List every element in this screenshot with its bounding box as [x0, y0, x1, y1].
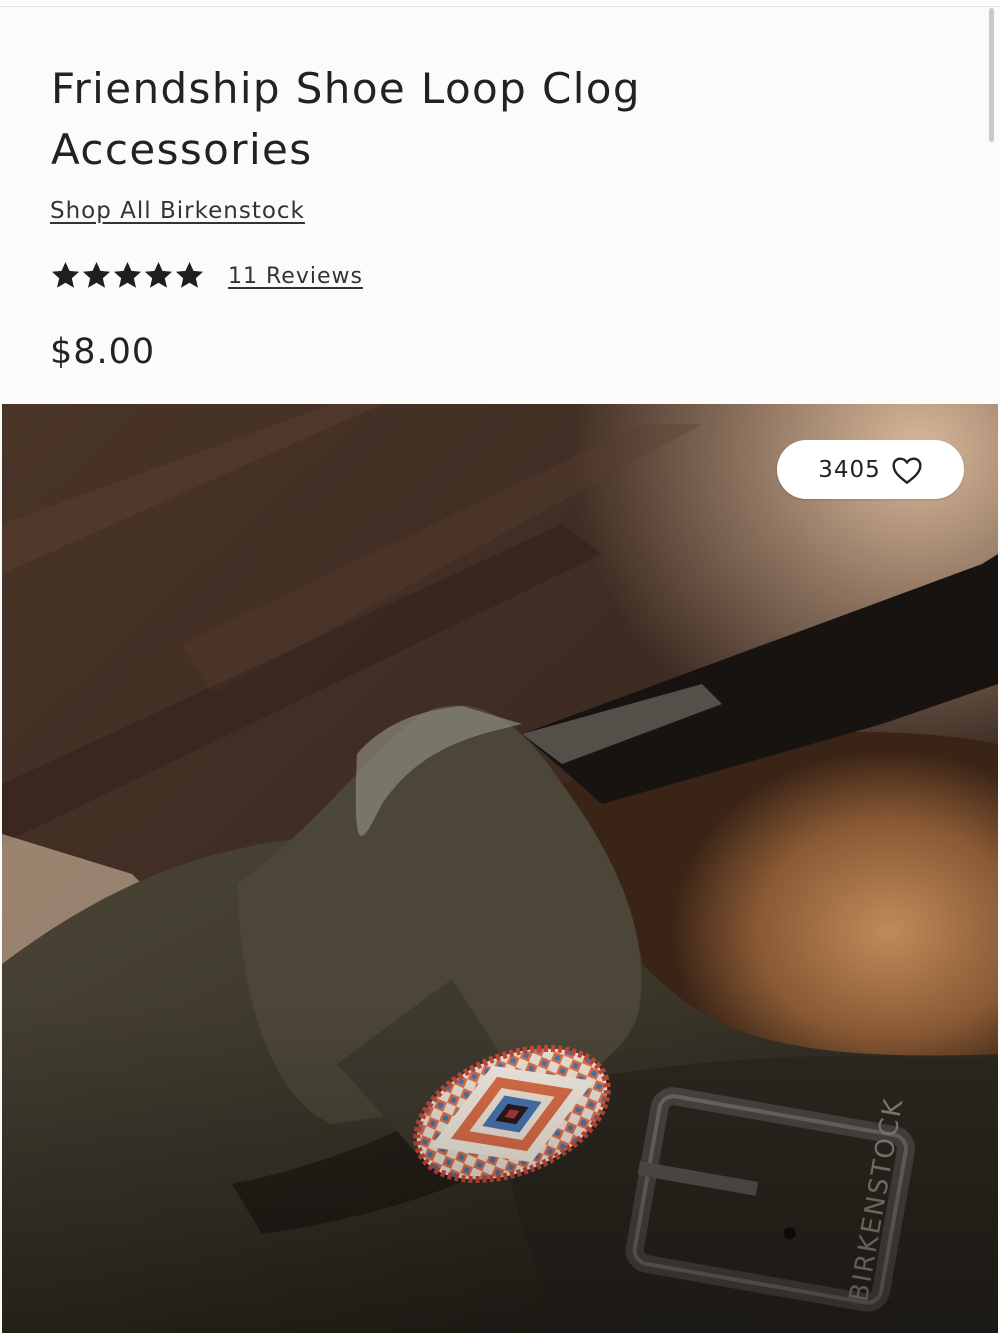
product-image[interactable]: BIRKENSTOCK: [2, 404, 998, 1333]
star-icon: [175, 261, 204, 288]
reviews-link[interactable]: 11 Reviews: [228, 264, 363, 289]
shop-all-brand-link[interactable]: Shop All Birkenstock: [50, 198, 305, 224]
scrollbar[interactable]: [989, 8, 994, 142]
product-title: Friendship Shoe Loop Clog Accessories: [51, 64, 641, 174]
top-divider: [0, 0, 1000, 7]
heart-icon: [892, 456, 922, 484]
like-count: 3405: [818, 456, 881, 483]
product-photo: BIRKENSTOCK: [2, 404, 998, 1333]
product-price: $8.00: [50, 332, 156, 372]
star-icon: [113, 261, 142, 288]
rating-stars[interactable]: [50, 260, 205, 291]
like-button[interactable]: 3405: [777, 440, 964, 499]
star-icon: [51, 261, 80, 288]
star-icon: [82, 261, 111, 288]
star-icon: [144, 261, 173, 288]
